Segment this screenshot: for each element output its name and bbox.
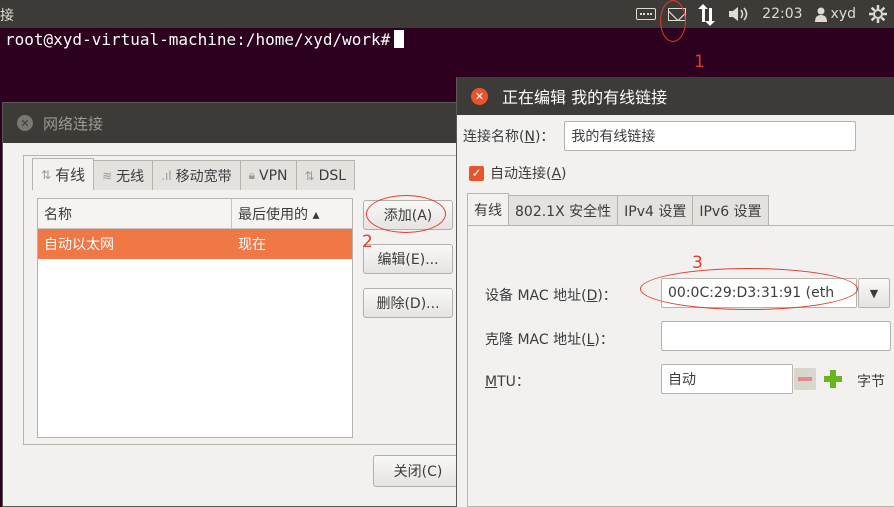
auto-connect-label: 自动连接(A) bbox=[490, 166, 567, 182]
network-icon[interactable] bbox=[698, 4, 716, 26]
clock[interactable]: 22:03 bbox=[762, 6, 802, 22]
window-title: 接 bbox=[0, 8, 14, 24]
annotation-circle-add bbox=[366, 195, 446, 233]
mtu-label: MTU： bbox=[485, 374, 530, 390]
terminal-prompt-text: root@xyd-virtual-machine:/home/xyd/work# bbox=[5, 30, 391, 49]
tab-8021x-security[interactable]: 802.1X 安全性 bbox=[508, 195, 619, 225]
close-icon[interactable]: ✕ bbox=[17, 115, 33, 131]
gear-icon[interactable] bbox=[868, 4, 888, 24]
delete-button[interactable]: 删除(D)... bbox=[363, 288, 453, 318]
tab-label: 移动宽带 bbox=[175, 168, 232, 185]
auto-connect-checkbox[interactable]: ✓ bbox=[469, 165, 484, 181]
tab-mobile-broadband[interactable]: .ıl 移动宽带 bbox=[152, 160, 241, 190]
device-mac-label: 设备 MAC 地址(D)： bbox=[485, 288, 617, 304]
clone-mac-input[interactable] bbox=[661, 321, 891, 351]
column-header-last-used[interactable]: 最后使用的 ▴ bbox=[232, 199, 352, 228]
tab-wireless[interactable]: ≋ 无线 bbox=[93, 160, 154, 190]
connection-name-row: 连接名称(N)： 我的有线链接 bbox=[463, 121, 857, 151]
tab-dsl[interactable]: ⇅ DSL bbox=[295, 160, 356, 190]
volume-icon[interactable] bbox=[728, 6, 750, 22]
mtu-decrease-button[interactable] bbox=[794, 368, 816, 390]
lock-icon: 🔒︎ bbox=[248, 168, 256, 182]
user-icon[interactable] bbox=[814, 7, 827, 22]
terminal-cursor bbox=[394, 30, 405, 48]
auto-connect-row[interactable]: ✓ 自动连接(A) bbox=[469, 163, 567, 183]
wifi-icon: ≋ bbox=[102, 168, 113, 183]
annotation-circle-network bbox=[660, 0, 686, 42]
row-name: 自动以太网 bbox=[44, 237, 114, 253]
annotation-number-3: 3 bbox=[692, 253, 703, 273]
tab-wired[interactable]: ⇅ 有线 bbox=[32, 158, 95, 190]
connection-name-input[interactable]: 我的有线链接 bbox=[564, 121, 857, 151]
tab-wired-settings[interactable]: 有线 bbox=[467, 193, 509, 225]
nc-tabs: ⇅ 有线 ≋ 无线 .ıl 移动宽带 🔒︎ VPN ⇅ DSL bbox=[32, 158, 356, 190]
edit-button[interactable]: 编辑(E)... bbox=[363, 244, 453, 274]
ed-titlebar: ✕ 正在编辑 我的有线链接 bbox=[457, 77, 894, 115]
table-row[interactable]: 自动以太网 现在 bbox=[38, 229, 352, 259]
annotation-number-2: 2 bbox=[362, 232, 373, 252]
chevron-down-icon[interactable]: ▼ bbox=[858, 278, 890, 308]
row-last-used: 现在 bbox=[238, 237, 266, 253]
nc-title: 网络连接 bbox=[43, 114, 104, 133]
column-header-name[interactable]: 名称 bbox=[38, 199, 232, 228]
ed-title: 正在编辑 我的有线链接 bbox=[502, 88, 668, 107]
tab-ipv4-settings[interactable]: IPv4 设置 bbox=[617, 195, 694, 225]
tab-ipv6-settings[interactable]: IPv6 设置 bbox=[692, 195, 769, 225]
mtu-unit: 字节 bbox=[857, 374, 885, 390]
tab-label: 无线 bbox=[116, 168, 145, 185]
tab-label: 有线 bbox=[55, 166, 86, 184]
mtu-input[interactable]: 自动 bbox=[661, 364, 793, 394]
dsl-icon: ⇅ bbox=[304, 168, 315, 183]
signal-icon: .ıl bbox=[161, 168, 172, 183]
tab-label: VPN bbox=[259, 167, 288, 184]
annotation-number-1: 1 bbox=[694, 52, 705, 72]
network-connections-dialog: ✕ 网络连接 ⇅ 有线 ≋ 无线 .ıl 移动宽带 🔒︎ VPN ⇅ DSL 名称 最后使… bbox=[2, 102, 472, 507]
keyboard-icon[interactable] bbox=[636, 8, 657, 20]
annotation-circle-mac bbox=[640, 268, 858, 310]
user-name[interactable]: xyd bbox=[831, 6, 856, 22]
nc-titlebar: ✕ 网络连接 bbox=[3, 103, 471, 143]
close-icon[interactable]: ✕ bbox=[471, 87, 488, 105]
connection-name-label: 连接名称(N)： bbox=[463, 129, 555, 145]
connections-list[interactable]: 名称 最后使用的 ▴ 自动以太网 现在 bbox=[37, 198, 353, 438]
wired-icon: ⇅ bbox=[41, 167, 52, 182]
close-button[interactable]: 关闭(C) bbox=[373, 455, 463, 487]
tab-label: DSL bbox=[318, 167, 347, 184]
list-header: 名称 最后使用的 ▴ bbox=[38, 199, 352, 229]
terminal-prompt[interactable]: root@xyd-virtual-machine:/home/xyd/work# bbox=[5, 30, 405, 49]
ed-tabs: 有线 802.1X 安全性 IPv4 设置 IPv6 设置 bbox=[467, 193, 769, 225]
clone-mac-label: 克隆 MAC 地址(L)： bbox=[485, 332, 614, 348]
mtu-increase-button[interactable] bbox=[822, 368, 844, 390]
top-panel: 接 22:03 xyd bbox=[0, 0, 894, 28]
tab-vpn[interactable]: 🔒︎ VPN bbox=[239, 160, 297, 190]
